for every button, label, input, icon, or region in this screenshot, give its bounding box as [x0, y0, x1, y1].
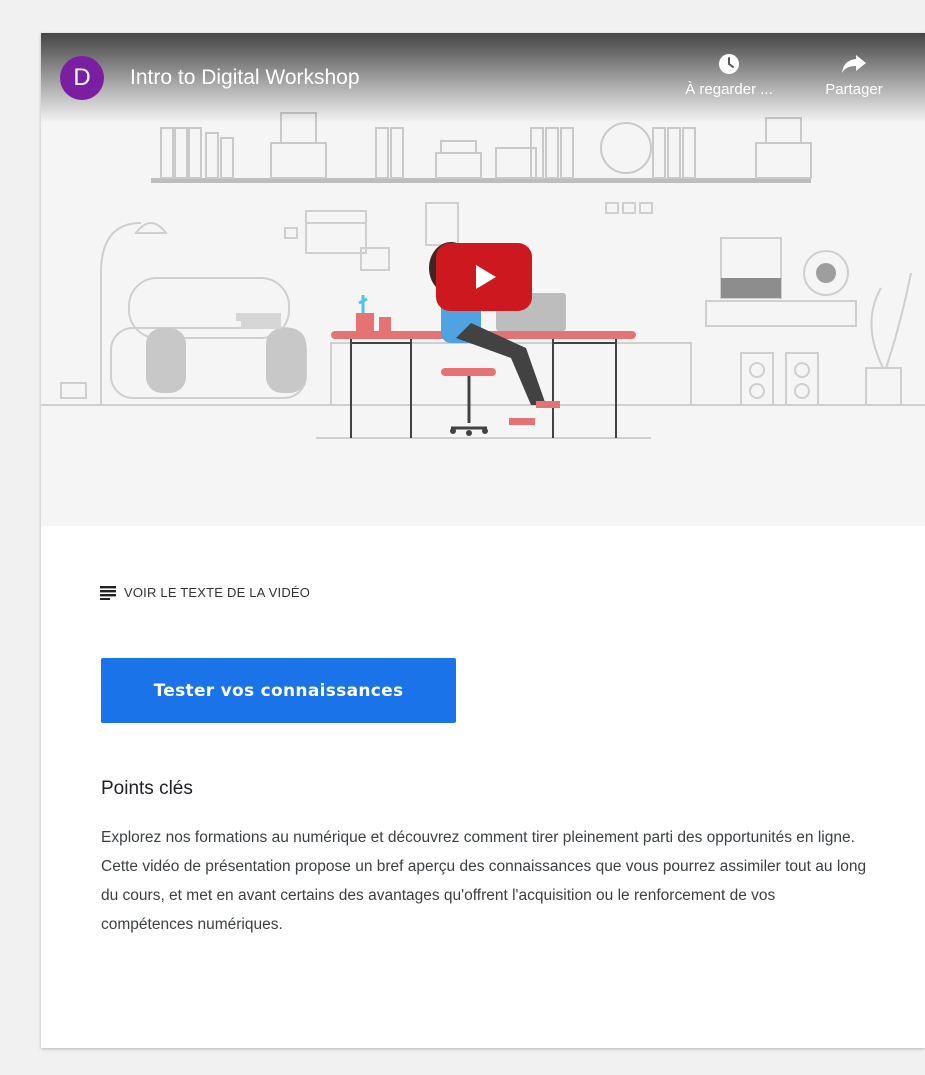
- test-knowledge-button[interactable]: Tester vos connaissances: [101, 658, 456, 723]
- lines-icon: [100, 585, 116, 600]
- share-arrow-icon: [842, 55, 866, 73]
- play-icon: [476, 265, 496, 289]
- key-points-body: Explorez nos formations au numérique et …: [101, 829, 867, 933]
- transcript-label: VOIR LE TEXTE DE LA VIDÉO: [124, 585, 311, 600]
- channel-avatar[interactable]: D: [60, 56, 104, 100]
- share-button[interactable]: Partager: [809, 53, 899, 98]
- clock-icon: [719, 54, 739, 74]
- video-title[interactable]: Intro to Digital Workshop: [130, 66, 360, 90]
- lesson-card: D Intro to Digital Workshop À regarder .…: [41, 33, 925, 1048]
- play-button[interactable]: [436, 243, 532, 311]
- watch-later-button[interactable]: À regarder ...: [684, 53, 774, 98]
- watch-later-label: À regarder ...: [685, 81, 773, 98]
- share-label: Partager: [825, 81, 883, 98]
- video-header: D Intro to Digital Workshop À regarder .…: [41, 33, 925, 123]
- key-points-heading: Points clés: [101, 778, 193, 799]
- view-transcript-link[interactable]: VOIR LE TEXTE DE LA VIDÉO: [100, 585, 310, 600]
- video-player[interactable]: D Intro to Digital Workshop À regarder .…: [41, 33, 925, 526]
